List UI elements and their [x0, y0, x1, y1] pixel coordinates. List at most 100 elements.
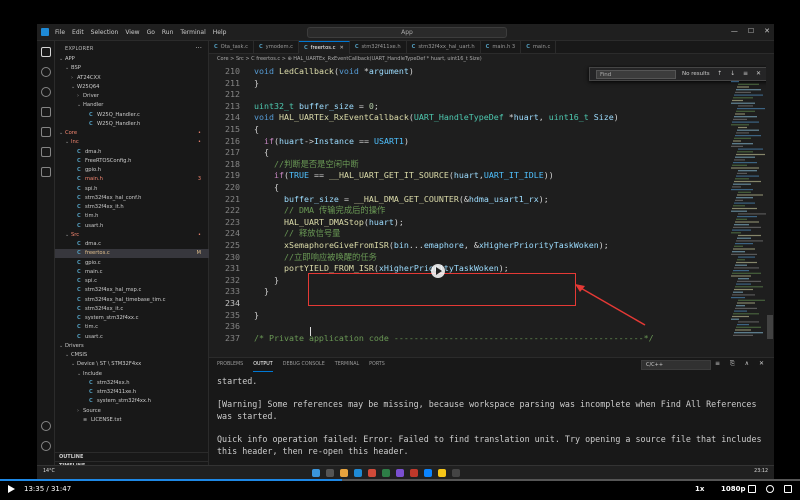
tree-item[interactable]: Cstm32f4xx_hal_msp.c — [55, 286, 209, 295]
tree-item[interactable]: C FreeRTOSConfig.h — [55, 157, 209, 166]
tree-item[interactable]: Cgpio.h — [55, 166, 209, 175]
panel-tab-debug-console[interactable]: DEBUG CONSOLE — [283, 358, 325, 372]
danmaku-toggle-icon[interactable] — [766, 485, 774, 493]
panel-tab-ports[interactable]: PORTS — [369, 358, 385, 372]
menu-terminal[interactable]: Terminal — [180, 29, 205, 36]
weather-widget[interactable]: 14°C — [43, 469, 55, 474]
tree-item[interactable]: ⌄ Src • — [55, 231, 209, 240]
maximize-icon[interactable]: ☐ — [748, 27, 754, 35]
tree-item[interactable]: Cfreertos.c M — [55, 249, 209, 259]
taskbar-app-icon[interactable] — [438, 469, 446, 477]
tree-item[interactable]: Cdma.h — [55, 148, 209, 157]
taskbar-app-icon[interactable] — [326, 469, 334, 477]
tree-item[interactable]: › Driver — [55, 92, 209, 101]
tree-item[interactable]: Cmain.h 3 — [55, 175, 209, 184]
breadcrumb[interactable]: Core > Src > C freertos.c > ⊕ HAL_UARTEx… — [209, 54, 774, 65]
tab-ymodem[interactable]: Cymodem.c — [254, 41, 299, 54]
minimize-icon[interactable]: — — [731, 27, 738, 35]
command-center[interactable]: App — [307, 27, 507, 38]
tree-item[interactable]: Cmain.c — [55, 268, 209, 277]
extensions-icon[interactable] — [41, 127, 51, 137]
explorer-more-button[interactable]: ··· — [195, 44, 202, 52]
tree-item[interactable]: Cusart.c — [55, 333, 209, 342]
taskbar-app-icon[interactable] — [424, 469, 432, 477]
tree-item[interactable]: ⌄ Inc • — [55, 138, 209, 147]
source-control-icon[interactable] — [41, 87, 51, 97]
video-play-icon[interactable] — [431, 264, 445, 278]
settings-gear-icon[interactable] — [41, 441, 51, 451]
tree-item[interactable]: Cstm32f4xx_it.h — [55, 203, 209, 212]
find-input[interactable]: Find — [596, 70, 676, 79]
tree-item[interactable]: ⌄ Include — [55, 370, 209, 379]
tree-item[interactable]: Csystem_stm32f4xx.c — [55, 314, 209, 323]
taskbar-app-icon[interactable] — [382, 469, 390, 477]
playback-speed-button[interactable]: 1x — [695, 485, 704, 493]
menu-file[interactable]: File — [55, 29, 65, 36]
tree-item[interactable]: ⌄ Core • — [55, 129, 209, 138]
tab-stm32f411xe[interactable]: Cstm32f411xe.h — [350, 41, 407, 54]
tree-item[interactable]: ⌄ APP — [55, 55, 209, 64]
tree-item[interactable]: Cusart.h — [55, 222, 209, 231]
resolution-button[interactable]: 1080p — [721, 485, 746, 493]
tab-main[interactable]: Cmain.c — [521, 41, 557, 54]
tree-item[interactable]: Cstm32f4xx_hal_conf.h — [55, 194, 209, 203]
tree-item[interactable]: Cstm32f4xx_hal_timebase_tim.c — [55, 296, 209, 305]
find-buttons[interactable]: ↑ ↓ ≡ ✕ — [717, 70, 764, 77]
tree-item[interactable]: ⌄ Drivers — [55, 342, 209, 351]
taskbar-app-icon[interactable] — [396, 469, 404, 477]
close-icon[interactable]: ✕ — [764, 27, 770, 35]
output-channel-select[interactable]: C/C++ — [641, 360, 711, 370]
tree-item[interactable]: Cstm32f4xx.h — [55, 379, 209, 388]
menu-selection[interactable]: Selection — [91, 29, 119, 36]
menu-edit[interactable]: Edit — [72, 29, 84, 36]
picture-in-picture-icon[interactable] — [748, 485, 756, 493]
explorer-icon[interactable] — [41, 47, 51, 57]
tree-item[interactable]: Ctim.c — [55, 323, 209, 332]
fullscreen-icon[interactable] — [784, 485, 792, 493]
tree-item[interactable]: ⌄ BSP — [55, 64, 209, 73]
panel-controls[interactable]: ≡ ⎘ ∧ ✕ — [715, 360, 768, 368]
testing-icon[interactable] — [41, 167, 51, 177]
taskbar-clock[interactable]: 23:12 — [754, 469, 768, 474]
editor-scrollbar-thumb[interactable] — [767, 315, 773, 339]
panel-tab-output[interactable]: OUTPUT — [253, 358, 273, 372]
close-icon[interactable]: ✕ — [339, 45, 343, 51]
tree-item[interactable]: ⌄ Device \ ST \ STM32F4xx — [55, 360, 209, 369]
taskbar-app-icon[interactable] — [354, 469, 362, 477]
tree-item[interactable]: C W25Q_Handler.c — [55, 111, 209, 120]
tab-ota-task[interactable]: C Ota_task.c — [209, 41, 254, 54]
tree-item[interactable]: ≡ LICENSE.txt — [55, 416, 209, 425]
taskbar-app-icon[interactable] — [340, 469, 348, 477]
tree-item[interactable]: Cgpio.c — [55, 259, 209, 268]
taskbar-app-icon[interactable] — [368, 469, 376, 477]
tree-item[interactable]: ⌄ W25Q64 — [55, 83, 209, 92]
tab-freertos[interactable]: Cfreertos.c ✕ — [299, 41, 350, 54]
panel-tab-problems[interactable]: PROBLEMS — [217, 358, 243, 372]
menu-help[interactable]: Help — [213, 29, 227, 36]
tree-item[interactable]: › AT24CXX — [55, 74, 209, 83]
tree-item[interactable]: ⌄ Handler — [55, 101, 209, 110]
menu-go[interactable]: Go — [147, 29, 155, 36]
editor-scrollbar[interactable] — [766, 65, 774, 357]
tree-item[interactable]: Cstm32f4xx_it.c — [55, 305, 209, 314]
outline-section[interactable]: OUTLINE — [55, 452, 209, 461]
code-editor[interactable]: 210 void LedCallback(void *argument) 211} 2… — [209, 65, 774, 357]
tree-item[interactable]: C W25Q_Handler.h — [55, 120, 209, 129]
taskbar-app-icon[interactable] — [312, 469, 320, 477]
menu-view[interactable]: View — [125, 29, 139, 36]
search-icon[interactable] — [41, 67, 51, 77]
tree-item[interactable]: ⌄ CMSIS — [55, 351, 209, 360]
play-button-icon[interactable] — [8, 485, 15, 493]
tab-stm32f4xx-hal-uart[interactable]: Cstm32f4xx_hal_uart.h — [407, 41, 481, 54]
tab-main[interactable]: Cmain.h 3 — [481, 41, 522, 54]
tree-item[interactable]: Cstm32f411xe.h — [55, 388, 209, 397]
tree-item[interactable]: Csystem_stm32f4xx.h — [55, 397, 209, 406]
tree-item[interactable]: › Source — [55, 407, 209, 416]
panel-tab-terminal[interactable]: TERMINAL — [335, 358, 359, 372]
tree-item[interactable]: Cspi.c — [55, 277, 209, 286]
tree-item[interactable]: Ctim.h — [55, 212, 209, 221]
tree-item[interactable]: Cdma.c — [55, 240, 209, 249]
minimap[interactable] — [731, 81, 767, 341]
tree-item[interactable]: Cspi.h — [55, 185, 209, 194]
menu-run[interactable]: Run — [162, 29, 174, 36]
